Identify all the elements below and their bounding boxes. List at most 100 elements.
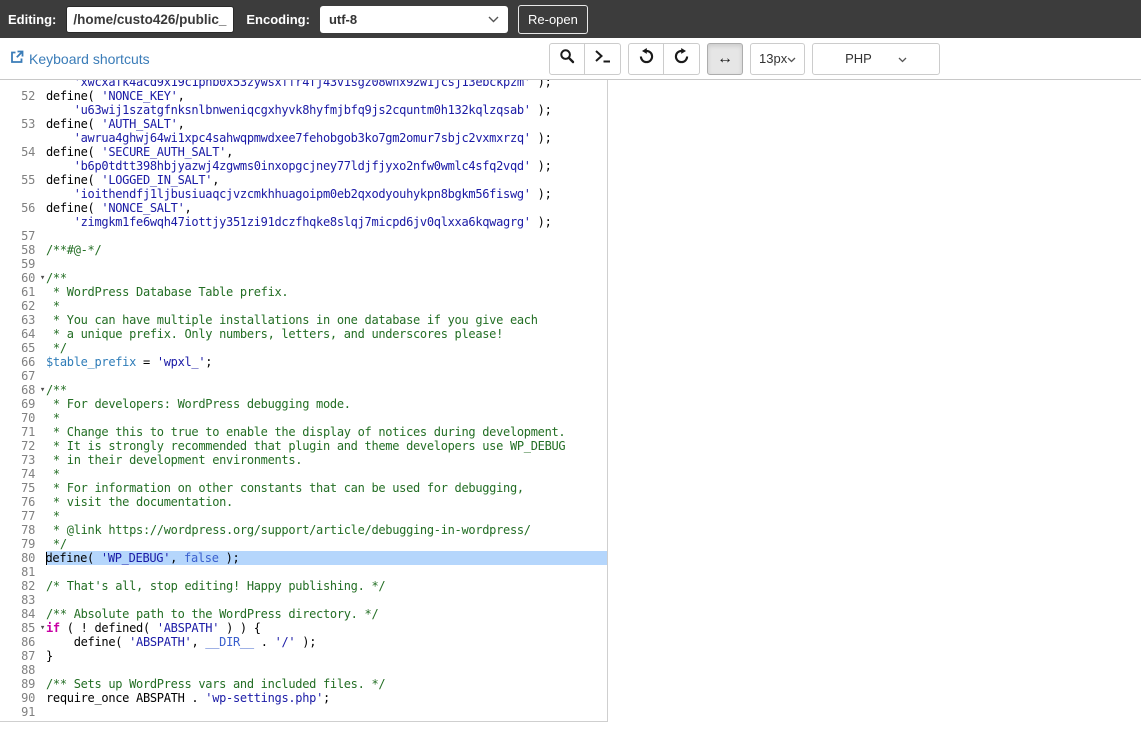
code-line[interactable]: 60▾/**: [0, 271, 607, 285]
code-line[interactable]: 80define( 'WP_DEBUG', false );: [0, 551, 607, 565]
code-text[interactable]: /**: [46, 383, 607, 397]
code-text[interactable]: * @link https://wordpress.org/support/ar…: [46, 523, 607, 537]
code-text[interactable]: 'u63wij1szatgfnksnlbnweniqcgxhyvk8hyfmjb…: [46, 103, 607, 117]
code-text[interactable]: 'xwcxafk4acd9x19c1pnb0x53zywsxffr4fj43v1…: [46, 80, 607, 89]
code-line[interactable]: 89/** Sets up WordPress vars and include…: [0, 677, 607, 691]
code-line[interactable]: 62 *: [0, 299, 607, 313]
code-text[interactable]: * It is strongly recommended that plugin…: [46, 439, 607, 453]
code-editor[interactable]: 'xwcxafk4acd9x19c1pnb0x53zywsxffr4fj43v1…: [0, 80, 608, 722]
redo-button[interactable]: [664, 43, 700, 75]
syntax-select[interactable]: PHP: [812, 43, 940, 75]
code-line[interactable]: 65 */: [0, 341, 607, 355]
search-button[interactable]: [549, 43, 585, 75]
code-line[interactable]: 52define( 'NONCE_KEY',: [0, 89, 607, 103]
code-text[interactable]: * in their development environments.: [46, 453, 607, 467]
code-text[interactable]: * For information on other constants tha…: [46, 481, 607, 495]
code-text[interactable]: [46, 593, 607, 607]
code-line[interactable]: 68▾/**: [0, 383, 607, 397]
code-line[interactable]: 70 *: [0, 411, 607, 425]
code-text[interactable]: * For developers: WordPress debugging mo…: [46, 397, 607, 411]
code-line[interactable]: 61 * WordPress Database Table prefix.: [0, 285, 607, 299]
code-text[interactable]: define( 'WP_DEBUG', false );: [46, 551, 607, 565]
fold-arrow-icon[interactable]: ▾: [40, 383, 45, 397]
code-line[interactable]: 'ioithendfj1ljbusiuaqcjvzcmkhhuagoipm0eb…: [0, 187, 607, 201]
code-line[interactable]: 'xwcxafk4acd9x19c1pnb0x53zywsxffr4fj43v1…: [0, 80, 607, 89]
keyboard-shortcuts-link[interactable]: Keyboard shortcuts: [10, 50, 150, 67]
code-text[interactable]: define( 'NONCE_KEY',: [46, 89, 607, 103]
code-line[interactable]: 55define( 'LOGGED_IN_SALT',: [0, 173, 607, 187]
code-line[interactable]: 64 * a unique prefix. Only numbers, lett…: [0, 327, 607, 341]
code-text[interactable]: */: [46, 537, 607, 551]
fold-arrow-icon[interactable]: ▾: [40, 621, 45, 635]
code-line[interactable]: 79 */: [0, 537, 607, 551]
code-line[interactable]: 75 * For information on other constants …: [0, 481, 607, 495]
code-text[interactable]: [46, 229, 607, 243]
code-text[interactable]: require_once ABSPATH . 'wp-settings.php'…: [46, 691, 607, 705]
code-text[interactable]: *: [46, 467, 607, 481]
code-line[interactable]: 63 * You can have multiple installations…: [0, 313, 607, 327]
reopen-button[interactable]: Re-open: [518, 5, 588, 34]
code-text[interactable]: * visit the documentation.: [46, 495, 607, 509]
code-line[interactable]: 91: [0, 705, 607, 719]
code-text[interactable]: * WordPress Database Table prefix.: [46, 285, 607, 299]
code-text[interactable]: }: [46, 649, 607, 663]
encoding-select[interactable]: utf-8: [320, 6, 508, 33]
code-text[interactable]: *: [46, 411, 607, 425]
code-line[interactable]: 82/* That's all, stop editing! Happy pub…: [0, 579, 607, 593]
code-text[interactable]: if ( ! defined( 'ABSPATH' ) ) {: [46, 621, 607, 635]
code-line[interactable]: 'awrua4ghwj64wi1xpc4sahwqpmwdxee7fehobgo…: [0, 131, 607, 145]
code-text[interactable]: [46, 705, 607, 719]
code-line[interactable]: 85▾if ( ! defined( 'ABSPATH' ) ) {: [0, 621, 607, 635]
code-line[interactable]: 66$table_prefix = 'wpxl_';: [0, 355, 607, 369]
code-line[interactable]: 59: [0, 257, 607, 271]
terminal-button[interactable]: [585, 43, 621, 75]
code-text[interactable]: /** Sets up WordPress vars and included …: [46, 677, 607, 691]
font-size-select[interactable]: 13px: [750, 43, 805, 75]
code-text[interactable]: define( 'LOGGED_IN_SALT',: [46, 173, 607, 187]
code-line[interactable]: 57: [0, 229, 607, 243]
code-line[interactable]: 'u63wij1szatgfnksnlbnweniqcgxhyvk8hyfmjb…: [0, 103, 607, 117]
code-text[interactable]: [46, 663, 607, 677]
code-line[interactable]: 77 *: [0, 509, 607, 523]
code-text[interactable]: $table_prefix = 'wpxl_';: [46, 355, 607, 369]
code-line[interactable]: 81: [0, 565, 607, 579]
word-wrap-toggle[interactable]: ↔: [707, 43, 743, 75]
code-text[interactable]: /** Absolute path to the WordPress direc…: [46, 607, 607, 621]
code-text[interactable]: * a unique prefix. Only numbers, letters…: [46, 327, 607, 341]
code-line[interactable]: 67: [0, 369, 607, 383]
code-text[interactable]: define( 'SECURE_AUTH_SALT',: [46, 145, 607, 159]
code-text[interactable]: [46, 257, 607, 271]
code-text[interactable]: 'b6p0tdtt398hbjyazwj4zgwms0inxopgcjney77…: [46, 159, 607, 173]
code-line[interactable]: 87}: [0, 649, 607, 663]
code-text[interactable]: 'awrua4ghwj64wi1xpc4sahwqpmwdxee7fehobgo…: [46, 131, 607, 145]
code-line[interactable]: 58/**#@-*/: [0, 243, 607, 257]
code-text[interactable]: */: [46, 341, 607, 355]
code-text[interactable]: * You can have multiple installations in…: [46, 313, 607, 327]
code-line[interactable]: 83: [0, 593, 607, 607]
code-line[interactable]: 72 * It is strongly recommended that plu…: [0, 439, 607, 453]
code-line[interactable]: 'zimgkm1fe6wqh47iottjy351zi91dczfhqke8sl…: [0, 215, 607, 229]
code-text[interactable]: *: [46, 509, 607, 523]
code-text[interactable]: [46, 565, 607, 579]
code-line[interactable]: 71 * Change this to true to enable the d…: [0, 425, 607, 439]
code-line[interactable]: 88: [0, 663, 607, 677]
code-line[interactable]: 'b6p0tdtt398hbjyazwj4zgwms0inxopgcjney77…: [0, 159, 607, 173]
code-text[interactable]: * Change this to true to enable the disp…: [46, 425, 607, 439]
code-line[interactable]: 86 define( 'ABSPATH', __DIR__ . '/' );: [0, 635, 607, 649]
code-text[interactable]: define( 'ABSPATH', __DIR__ . '/' );: [46, 635, 607, 649]
code-text[interactable]: /* That's all, stop editing! Happy publi…: [46, 579, 607, 593]
code-line[interactable]: 74 *: [0, 467, 607, 481]
code-line[interactable]: 56define( 'NONCE_SALT',: [0, 201, 607, 215]
code-line[interactable]: 90require_once ABSPATH . 'wp-settings.ph…: [0, 691, 607, 705]
code-line[interactable]: 84/** Absolute path to the WordPress dir…: [0, 607, 607, 621]
code-text[interactable]: define( 'NONCE_SALT',: [46, 201, 607, 215]
code-line[interactable]: 69 * For developers: WordPress debugging…: [0, 397, 607, 411]
code-text[interactable]: 'zimgkm1fe6wqh47iottjy351zi91dczfhqke8sl…: [46, 215, 607, 229]
code-line[interactable]: 54define( 'SECURE_AUTH_SALT',: [0, 145, 607, 159]
code-line[interactable]: 78 * @link https://wordpress.org/support…: [0, 523, 607, 537]
code-text[interactable]: [46, 369, 607, 383]
code-text[interactable]: *: [46, 299, 607, 313]
code-text[interactable]: /**#@-*/: [46, 243, 607, 257]
fold-arrow-icon[interactable]: ▾: [40, 271, 45, 285]
file-path-input[interactable]: [66, 6, 234, 33]
